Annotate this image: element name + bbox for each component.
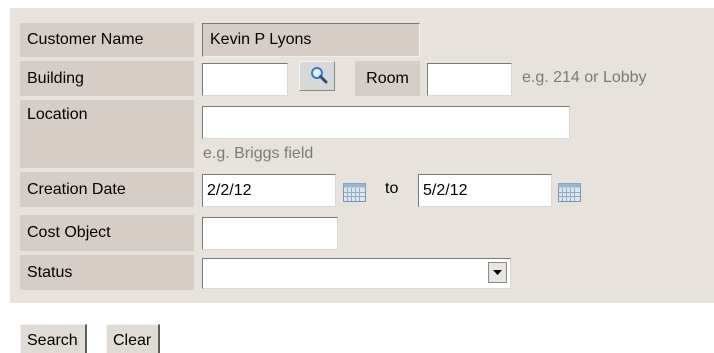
- room-label: Room: [355, 61, 420, 96]
- creation-date-label: Creation Date: [20, 172, 194, 207]
- calendar-icon[interactable]: [558, 183, 581, 202]
- building-input[interactable]: [202, 63, 288, 96]
- status-label: Status: [20, 255, 194, 290]
- room-hint: e.g. 214 or Lobby: [522, 69, 647, 86]
- creation-date-to-input[interactable]: [418, 174, 552, 207]
- cost-object-label: Cost Object: [20, 215, 194, 251]
- location-label: Location: [20, 100, 194, 168]
- clear-button[interactable]: Clear: [106, 324, 161, 353]
- chevron-down-glyph: [493, 270, 502, 275]
- cost-object-input[interactable]: [202, 217, 338, 250]
- location-input[interactable]: [202, 106, 570, 139]
- date-range-to-label: to: [385, 180, 399, 197]
- chevron-down-icon[interactable]: [488, 262, 507, 283]
- magnifier-icon: [311, 67, 328, 84]
- building-label: Building: [20, 61, 194, 96]
- location-hint: e.g. Briggs field: [203, 145, 314, 162]
- search-button[interactable]: Search: [20, 324, 87, 353]
- room-input[interactable]: [427, 63, 512, 96]
- customer-name-label: Customer Name: [20, 23, 194, 57]
- status-select[interactable]: [202, 258, 511, 289]
- building-search-button[interactable]: [299, 61, 335, 91]
- customer-name-field: Kevin P Lyons: [202, 23, 420, 57]
- creation-date-from-input[interactable]: [202, 174, 336, 207]
- calendar-icon[interactable]: [343, 183, 366, 202]
